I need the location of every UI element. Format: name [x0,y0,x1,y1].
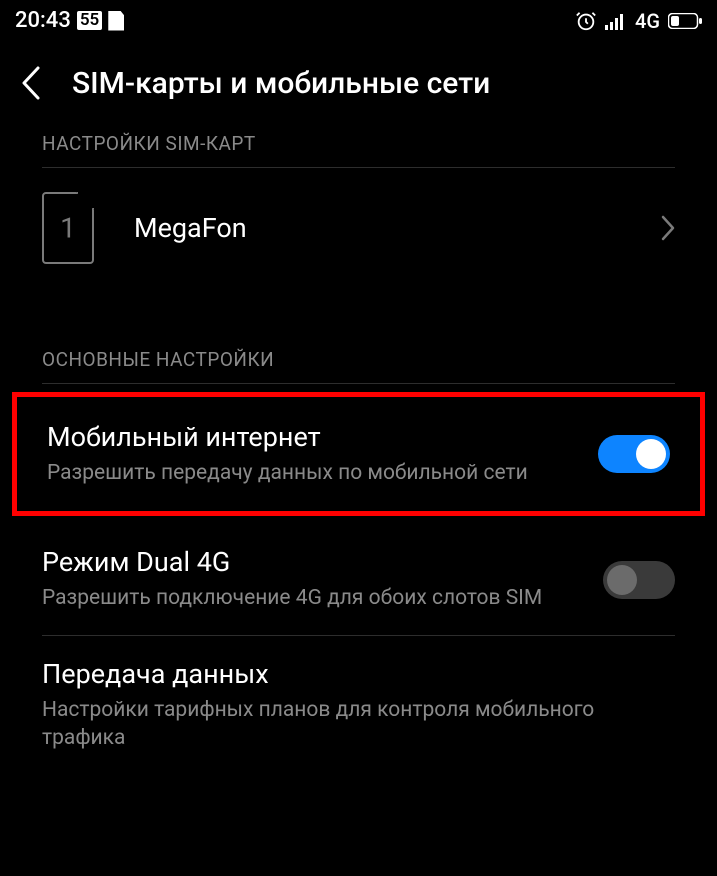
sim-card-icon: 1 [42,192,94,264]
toggle-mobile-data[interactable] [598,435,670,473]
setting-desc: Настройки тарифных планов для контроля м… [42,696,675,753]
setting-title: Режим Dual 4G [42,546,585,578]
sim-slot-number: 1 [60,212,76,245]
status-right: 4G [575,9,702,33]
alarm-icon [575,10,597,32]
section-header-main: ОСНОВНЫЕ НАСТРОЙКИ [0,348,717,383]
setting-desc: Разрешить подключение 4G для обоих слото… [42,584,585,612]
toggle-knob [636,439,666,469]
setting-text: Режим Dual 4G Разрешить подключение 4G д… [42,546,585,612]
battery-icon [668,13,702,29]
page-header: SIM-карты и мобильные сети [0,39,717,132]
toggle-knob [607,565,637,595]
chevron-right-icon [661,215,675,241]
sd-card-icon [108,11,124,31]
setting-title: Мобильный интернет [47,421,580,453]
highlight-annotation: Мобильный интернет Разрешить передачу да… [12,392,705,516]
setting-desc: Разрешить передачу данных по мобильной с… [47,459,580,487]
setting-text: Мобильный интернет Разрешить передачу да… [47,421,580,487]
setting-dual-4g[interactable]: Режим Dual 4G Разрешить подключение 4G д… [0,524,717,634]
toggle-dual-4g[interactable] [603,561,675,599]
status-badge: 55 [77,11,102,30]
setting-title: Передача данных [42,658,675,690]
status-bar: 20:43 55 4G [0,0,717,39]
status-left: 20:43 55 [15,8,124,33]
sim-carrier-label: MegaFon [134,212,621,244]
network-label: 4G [635,9,660,33]
status-time: 20:43 [15,8,71,33]
setting-data-usage[interactable]: Передача данных Настройки тарифных плано… [0,636,717,775]
setting-text: Передача данных Настройки тарифных плано… [42,658,675,753]
section-header-sim: НАСТРОЙКИ SIM-КАРТ [0,132,717,167]
page-title: SIM-карты и мобильные сети [72,66,490,101]
signal-icon [605,12,627,30]
back-button[interactable] [20,64,42,102]
divider [42,383,675,384]
setting-mobile-data[interactable]: Мобильный интернет Разрешить передачу да… [17,397,700,511]
sim-card-row[interactable]: 1 MegaFon [0,168,717,288]
